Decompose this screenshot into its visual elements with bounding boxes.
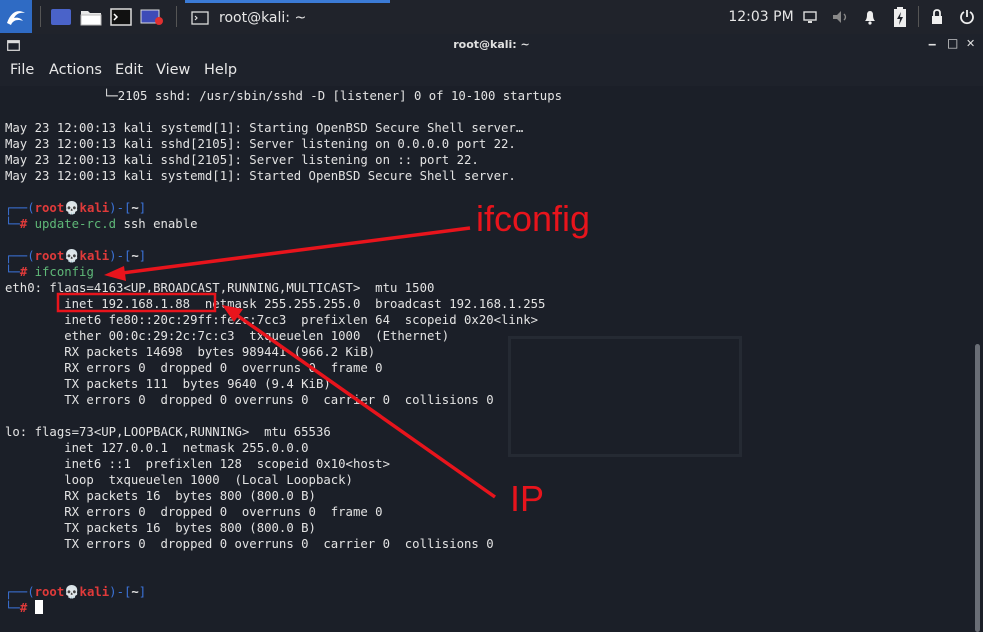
bell-icon — [865, 10, 875, 25]
taskbar: root@kali: ~ 12:03 PM — [0, 0, 983, 35]
lock-icon — [932, 8, 942, 24]
terminal-line: May 23 12:00:13 kali systemd[1]: Started… — [5, 169, 516, 183]
kali-watermark-logo — [508, 336, 742, 457]
terminal-scrollbar[interactable] — [975, 344, 980, 632]
prompt-line: ┌──(root💀kali)-[~] — [5, 585, 147, 599]
battery-charging-icon — [894, 6, 906, 27]
taskbar-separator — [40, 6, 41, 27]
close-button[interactable]: ✕ — [966, 37, 975, 50]
lock-screen-button[interactable] — [927, 0, 947, 33]
ifconfig-eth0-rx-errors: RX errors 0 dropped 0 overruns 0 frame 0 — [5, 361, 383, 375]
annotation-ip-label: IP — [510, 478, 545, 519]
logout-button[interactable] — [956, 0, 978, 33]
ifconfig-lo-inet: inet 127.0.0.1 netmask 255.0.0.0 — [5, 441, 309, 455]
taskbar-separator — [918, 6, 919, 27]
clock-time: 12:03 PM — [728, 8, 794, 25]
ifconfig-lo-flags: lo: flags=73<UP,LOOPBACK,RUNNING> mtu 65… — [5, 425, 331, 439]
terminal-line: May 23 12:00:13 kali systemd[1]: Startin… — [5, 121, 524, 135]
kali-dragon-icon — [7, 10, 25, 25]
volume-icon — [833, 10, 847, 23]
menu-view[interactable]: View — [156, 62, 190, 78]
maximize-button[interactable]: □ — [947, 36, 958, 50]
folder-icon — [80, 10, 102, 25]
annotation-ifconfig-label: ifconfig — [476, 198, 591, 239]
ifconfig-eth0-rx-packets: RX packets 14698 bytes 989441 (966.2 KiB… — [5, 345, 376, 359]
desktop-icon — [51, 8, 71, 25]
terminal-line: └─2105 sshd: /usr/sbin/sshd -D [listener… — [103, 89, 563, 103]
taskbar-window-title: root@kali: ~ — [219, 10, 307, 26]
window-titlebar[interactable]: root@kali: ~ ‒ □ ✕ — [0, 34, 983, 56]
clock[interactable]: 12:03 PM — [726, 0, 796, 33]
show-desktop-button[interactable] — [48, 0, 74, 33]
window-title: root@kali: ~ — [453, 38, 530, 51]
terminal-window-icon — [191, 11, 209, 25]
terminal-icon — [110, 7, 132, 26]
screen-recorder-icon — [140, 9, 163, 25]
ifconfig-eth0-tx-errors: TX errors 0 dropped 0 overruns 0 carrier… — [5, 393, 494, 407]
prompt-line: ┌──(root💀kali)-[~] — [5, 249, 147, 263]
ifconfig-lo-inet6: inet6 ::1 prefixlen 128 scopeid 0x10<hos… — [5, 457, 390, 471]
screen-recorder-button[interactable] — [138, 0, 166, 33]
ifconfig-eth0-inet6: inet6 fe80::20c:29ff:fe2c:7cc3 prefixlen… — [5, 313, 539, 327]
menu-bar: File Actions Edit View Help — [0, 56, 983, 87]
power-icon — [960, 9, 974, 24]
command-line: └─# update-rc.d ssh enable — [5, 217, 198, 231]
ifconfig-lo-rx-packets: RX packets 16 bytes 800 (800.0 B) — [5, 489, 316, 503]
ifconfig-lo-rx-errors: RX errors 0 dropped 0 overruns 0 frame 0 — [5, 505, 383, 519]
volume-tray-button[interactable] — [830, 0, 852, 33]
command-line: └─# ifconfig — [5, 265, 94, 279]
command-line: └─# — [5, 600, 43, 616]
ifconfig-lo-tx-packets: TX packets 16 bytes 800 (800.0 B) — [5, 521, 316, 535]
ifconfig-eth0-flags: eth0: flags=4163<UP,BROADCAST,RUNNING,MU… — [5, 281, 435, 295]
ifconfig-eth0-tx-packets: TX packets 111 bytes 9640 (9.4 KiB) — [5, 377, 331, 391]
kali-menu-button[interactable] — [0, 0, 32, 33]
file-manager-button[interactable] — [78, 0, 104, 33]
notifications-tray-button[interactable] — [860, 0, 880, 33]
menu-file[interactable]: File — [10, 62, 34, 78]
ifconfig-lo-loop: loop txqueuelen 1000 (Local Loopback) — [5, 473, 353, 487]
terminal-output[interactable]: └─2105 sshd: /usr/sbin/sshd -D [listener… — [0, 86, 983, 632]
ifconfig-eth0-ether: ether 00:0c:29:2c:7c:c3 txqueuelen 1000 … — [5, 329, 450, 343]
text-cursor — [34, 600, 43, 614]
ifconfig-eth0-inet: inet 192.168.1.88 netmask 255.255.255.0 … — [5, 297, 546, 311]
power-manager-tray-button[interactable] — [889, 0, 911, 33]
taskbar-window-terminal[interactable]: root@kali: ~ — [185, 0, 390, 33]
terminal-launcher-button[interactable] — [108, 0, 134, 33]
terminal-line: May 23 12:00:13 kali sshd[2105]: Server … — [5, 153, 479, 167]
display-tray-button[interactable] — [800, 0, 820, 33]
taskbar-separator — [176, 6, 177, 27]
menu-help[interactable]: Help — [204, 62, 237, 78]
ifconfig-lo-tx-errors: TX errors 0 dropped 0 overruns 0 carrier… — [5, 537, 494, 551]
monitor-icon — [803, 10, 817, 23]
prompt-line: ┌──(root💀kali)-[~] — [5, 201, 147, 215]
terminal-line: May 23 12:00:13 kali sshd[2105]: Server … — [5, 137, 516, 151]
minimize-button[interactable]: ‒ — [928, 37, 936, 51]
menu-edit[interactable]: Edit — [115, 62, 143, 78]
menu-actions[interactable]: Actions — [49, 62, 102, 78]
